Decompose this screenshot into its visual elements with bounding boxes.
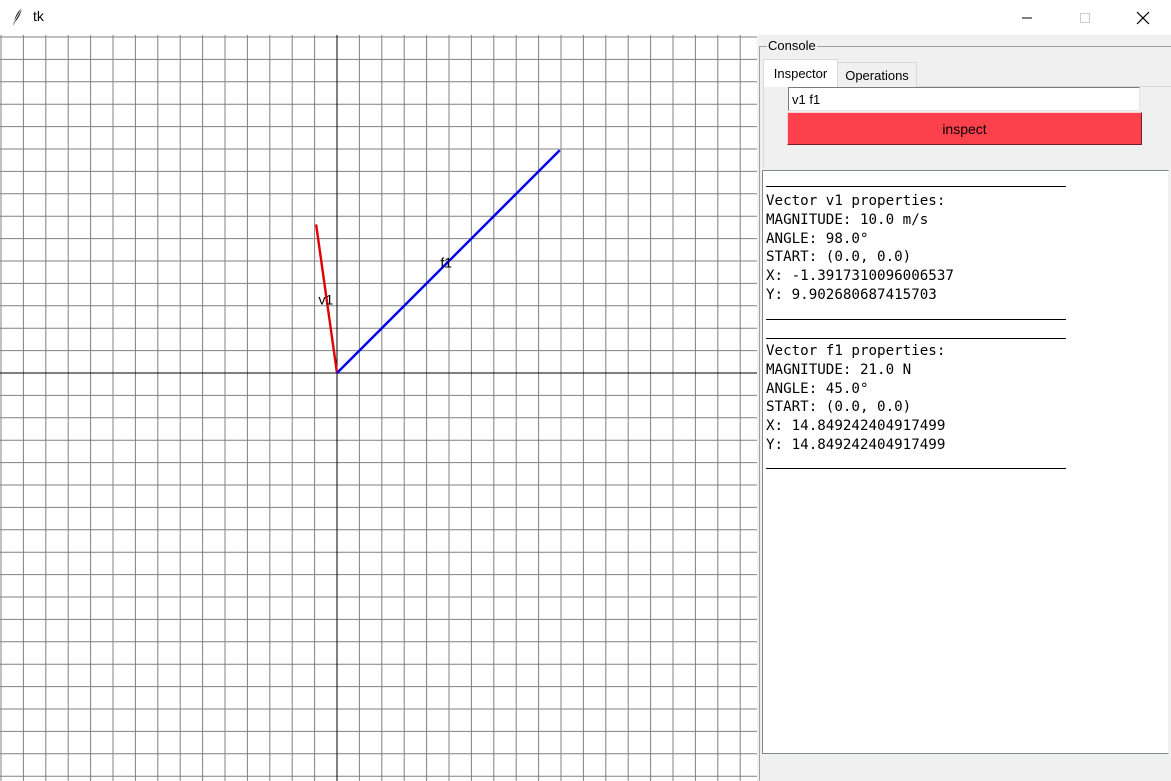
output-angle: ANGLE: 98.0° [766, 230, 869, 247]
output-y: Y: 14.849242404917499 [766, 436, 946, 453]
vector-plot[interactable]: v1 f1 [0, 35, 757, 781]
vectors-layer: v1 f1 [314, 149, 561, 374]
output-separator [766, 468, 1066, 469]
output-heading: Vector v1 properties: [766, 193, 946, 209]
inspect-button[interactable]: inspect [787, 112, 1142, 145]
tk-feather-icon [13, 7, 23, 26]
vector-label-f1: f1 [440, 255, 452, 271]
window-title: tk [33, 8, 44, 24]
vector-v1-properties: Vector v1 properties: MAGNITUDE: 10.0 m/s… [766, 192, 954, 305]
output-start: START: (0.0, 0.0) [766, 399, 912, 416]
output-start: START: (0.0, 0.0) [766, 249, 912, 266]
output-y: Y: 9.902680687415703 [766, 286, 937, 303]
console-footer [760, 754, 1171, 781]
minimize-button[interactable] [998, 0, 1056, 35]
maximize-icon [1080, 12, 1090, 23]
inspect-input[interactable] [788, 87, 1140, 111]
console-output[interactable]: Vector v1 properties: MAGNITUDE: 10.0 m/s… [762, 170, 1169, 754]
grid-lines [0, 35, 757, 781]
minimize-icon [1022, 17, 1032, 18]
output-x: X: -1.3917310096006537 [766, 268, 954, 285]
console-legend: Console [767, 38, 817, 53]
vector-label-v1: v1 [319, 292, 334, 308]
title-bar: tk [0, 0, 1171, 35]
output-separator [766, 319, 1066, 320]
output-magnitude: MAGNITUDE: 10.0 m/s [766, 211, 929, 228]
axes [0, 35, 757, 781]
output-separator [766, 338, 1066, 339]
output-heading: Vector f1 properties: [766, 343, 946, 359]
tab-inspector[interactable]: Inspector [763, 59, 838, 87]
close-icon [1136, 11, 1150, 24]
output-magnitude: MAGNITUDE: 21.0 N [766, 361, 912, 378]
output-separator [766, 186, 1066, 187]
close-button[interactable] [1114, 0, 1171, 35]
tab-operations[interactable]: Operations [837, 62, 917, 88]
maximize-button[interactable] [1056, 0, 1114, 35]
output-angle: ANGLE: 45.0° [766, 380, 869, 397]
vector-canvas[interactable]: v1 f1 [0, 35, 757, 781]
output-x: X: 14.849242404917499 [766, 418, 946, 435]
vector-f1-properties: Vector f1 properties: MAGNITUDE: 21.0 N AN… [766, 342, 945, 455]
